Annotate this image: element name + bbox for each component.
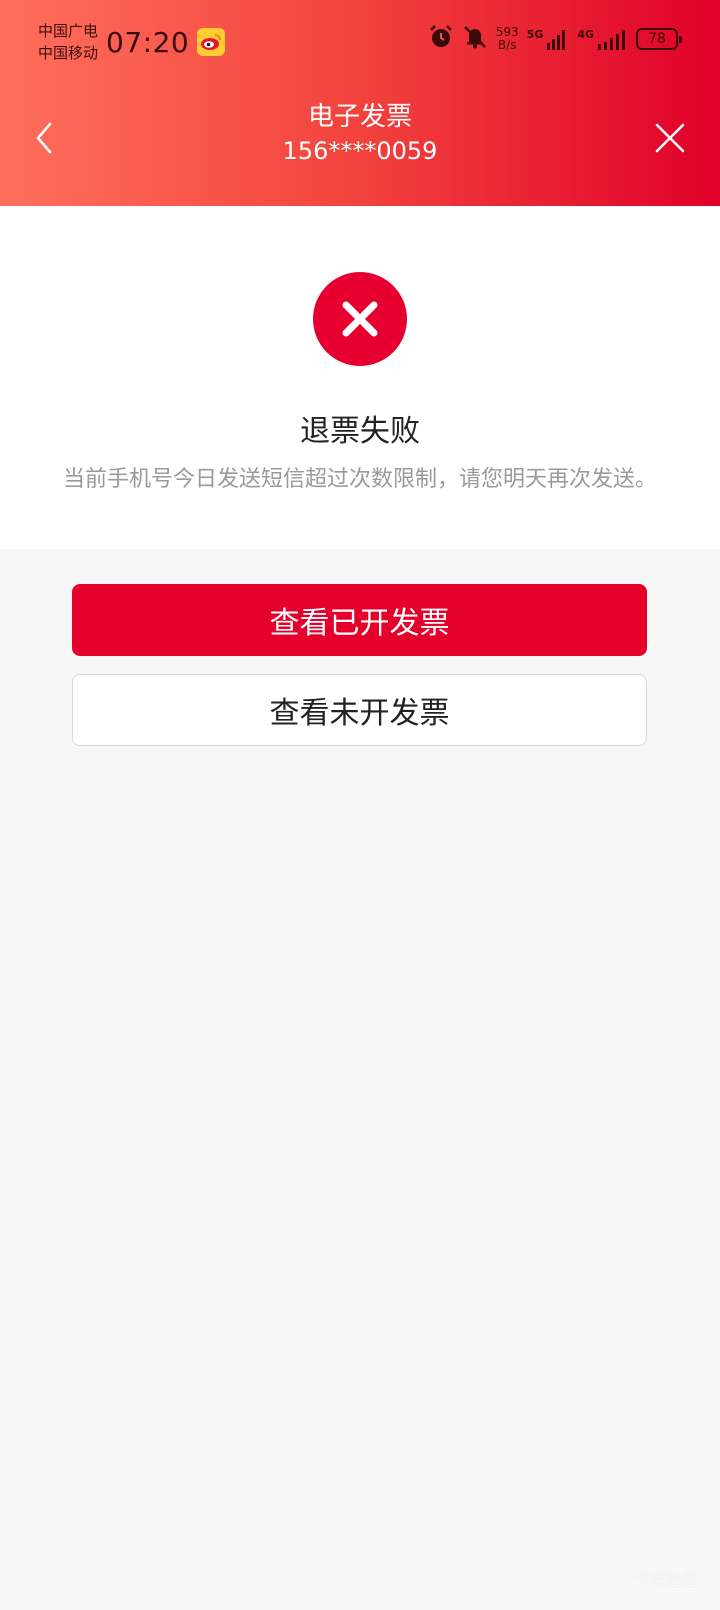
battery-level: 78 [648,31,666,47]
fail-icon [313,272,407,366]
status-time: 07:20 [106,25,190,59]
carrier-list: 中国广电 中国移动 [38,20,98,64]
close-icon [342,301,378,337]
watermark: 卡农社区 [633,1570,698,1589]
battery-icon: 78 [636,28,682,50]
result-description: 当前手机号今日发送短信超过次数限制，请您明天再次发送。 [62,467,657,492]
signal-bars-icon [598,30,625,50]
result-panel: 退票失败 当前手机号今日发送短信超过次数限制，请您明天再次发送。 [0,206,720,549]
view-unissued-invoices-button[interactable]: 查看未开发票 [72,674,647,746]
page-title: 电子发票 [307,102,412,132]
result-title: 退票失败 [300,414,420,449]
close-button[interactable] [650,118,690,158]
phone-number: 156****0059 [282,137,438,165]
close-icon [655,123,685,153]
status-bar-left: 中国广电 中国移动 07:20 [38,20,226,64]
view-issued-invoices-button[interactable]: 查看已开发票 [72,584,647,656]
signal-5g: 5G [527,28,570,50]
carrier-2: 中国移动 [38,44,99,62]
header: 中国广电 中国移动 07:20 593 B/s 5G 4G 78 电子发票 15… [0,0,720,206]
net-speed: 593 B/s [496,26,519,52]
net-speed-unit: B/s [497,38,517,52]
signal-bars-icon [547,30,566,50]
signal-4g: 4G [577,28,628,50]
header-title-group: 电子发票 156****0059 [0,100,720,168]
weibo-icon [197,28,226,56]
status-bar-right: 593 B/s 5G 4G 78 [428,24,682,54]
carrier-1: 中国广电 [38,22,99,40]
mute-icon [462,24,488,54]
network-label-2: 4G [577,28,594,41]
alarm-icon [428,24,454,54]
network-label-1: 5G [526,28,544,41]
